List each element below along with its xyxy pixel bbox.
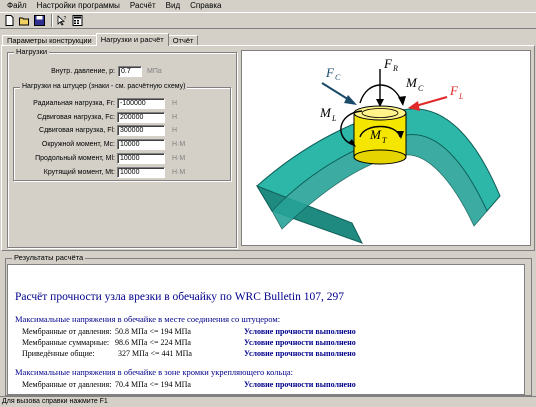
- result-row-label: Приведённые общие:: [22, 349, 95, 358]
- results-group-title: Результаты расчёта: [12, 253, 86, 263]
- pointer-help-icon[interactable]: ?: [56, 14, 69, 27]
- menu-help[interactable]: Справка: [185, 0, 226, 12]
- result-row-label: Мембранные от давления:: [22, 327, 112, 336]
- label-ml-sub: L: [331, 114, 337, 123]
- menu-file[interactable]: Файл: [2, 0, 32, 12]
- loading-scheme-figure: F C F R M C F L M L M T: [241, 50, 531, 246]
- long-moment-label: Продольный момент, Ml:: [35, 155, 115, 162]
- results-section-1-title: Максимальные напряжения в обечайке в мес…: [15, 314, 281, 324]
- radial-load-label: Радиальная нагрузка, Fr:: [33, 100, 115, 107]
- shear-load-c-input[interactable]: 200000: [117, 112, 165, 123]
- save-icon[interactable]: [33, 14, 46, 27]
- calculator-icon[interactable]: [71, 14, 84, 27]
- label-mc-sub: C: [418, 84, 424, 93]
- label-mc: M: [405, 75, 418, 90]
- label-fc-sub: C: [335, 73, 341, 82]
- result-row-status: Условие прочности выполнено: [244, 349, 356, 358]
- label-fl-sub: L: [458, 92, 464, 101]
- radial-load-unit: Н: [172, 100, 178, 107]
- long-moment-unit: Н·М: [172, 155, 186, 162]
- torque-input[interactable]: 10000: [117, 167, 165, 178]
- menu-view[interactable]: Вид: [161, 0, 185, 12]
- torque-unit: Н·М: [172, 169, 186, 176]
- shear-load-l-unit: Н: [172, 127, 178, 134]
- label-ml: M: [319, 105, 332, 120]
- shear-load-l-label: Сдвиговая нагрузка, Fl:: [39, 127, 115, 134]
- label-fl: F: [449, 83, 459, 98]
- status-bar: Для вызова справки нажмите F1: [0, 396, 536, 407]
- svg-text:?: ?: [64, 16, 67, 22]
- circ-moment-label: Окружной момент, Mc:: [41, 141, 115, 148]
- label-fr-sub: R: [392, 64, 398, 73]
- result-row-value: 50.8 МПа <= 194 МПа: [115, 327, 191, 336]
- label-fc: F: [325, 65, 335, 80]
- open-file-icon[interactable]: [18, 14, 31, 27]
- pressure-input[interactable]: 0.7: [118, 66, 142, 77]
- circ-moment-input[interactable]: 10000: [117, 139, 165, 150]
- result-row-status: Условие прочности выполнено: [244, 327, 356, 336]
- torque-label: Крутящий момент, Mt:: [43, 169, 115, 176]
- label-mt-sub: T: [382, 136, 387, 145]
- nozzle-bottom: [353, 149, 407, 165]
- tab-loads-and-calculation[interactable]: Нагрузки и расчёт: [95, 33, 169, 46]
- result-row-label: Мембранные суммарные:: [22, 338, 110, 347]
- result-row-label: Мембранные от давления:: [22, 380, 112, 389]
- circ-moment-unit: Н·М: [172, 141, 186, 148]
- result-row-value: 98.6 МПа <= 224 МПа: [115, 338, 191, 347]
- label-fr: F: [383, 56, 393, 71]
- result-row-status: Условие прочности выполнено: [244, 380, 356, 389]
- pressure-label: Внутр. давление, p:: [51, 68, 115, 75]
- shear-load-l-input[interactable]: 300000: [117, 125, 165, 136]
- result-row-value: 327 МПа <= 441 МПа: [118, 349, 192, 358]
- pressure-unit: МПа: [147, 68, 162, 75]
- shear-load-c-label: Сдвиговая нагрузка, Fc:: [37, 114, 115, 121]
- new-file-icon[interactable]: [3, 14, 16, 27]
- menu-settings[interactable]: Настройки программы: [32, 0, 125, 12]
- results-report[interactable]: Расчёт прочности узла врезки в обечайку …: [7, 264, 525, 395]
- loads-group-title: Нагрузки: [14, 47, 50, 57]
- radial-load-input[interactable]: -100000: [117, 98, 165, 109]
- results-section-2-title: Максимальные напряжения в обечайке в зон…: [15, 367, 294, 377]
- label-mt: M: [369, 127, 382, 142]
- menu-bar: Файл Настройки программы Расчёт Вид Спра…: [0, 0, 536, 12]
- toolbar: ?: [0, 12, 536, 29]
- shear-load-c-unit: Н: [172, 114, 178, 121]
- menu-calculation[interactable]: Расчёт: [125, 0, 161, 12]
- long-moment-input[interactable]: 10000: [117, 153, 165, 164]
- results-title: Расчёт прочности узла врезки в обечайку …: [15, 291, 344, 303]
- nozzle-loads-group-title: Нагрузки на штуцер (знаки - см. расчётну…: [20, 82, 188, 92]
- result-row-status: Условие прочности выполнено: [244, 338, 356, 347]
- toolbar-separator: [51, 14, 53, 27]
- result-row-value: 70.4 МПа <= 194 МПа: [115, 380, 191, 389]
